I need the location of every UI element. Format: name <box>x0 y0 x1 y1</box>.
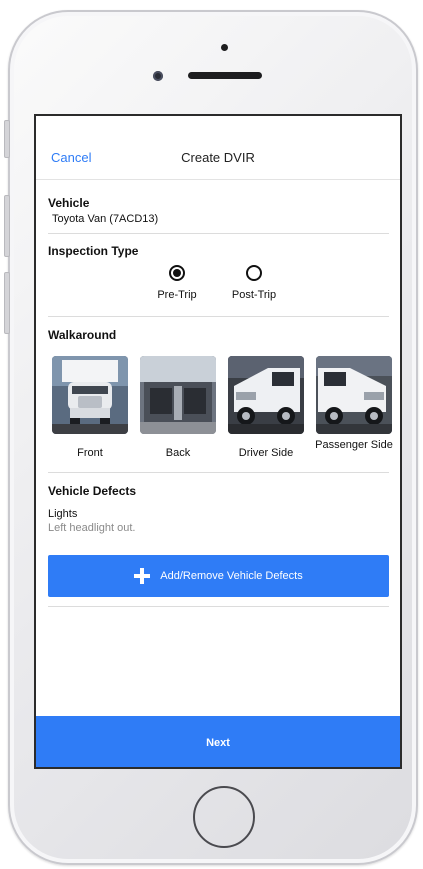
add-remove-defects-button[interactable]: Add/Remove Vehicle Defects <box>48 555 389 597</box>
side-button-mute <box>4 120 10 158</box>
radio-unchecked-icon <box>246 265 262 281</box>
photo-label-back: Back <box>165 447 191 459</box>
divider <box>48 606 389 607</box>
photo-passenger-side[interactable] <box>316 356 392 434</box>
nav-bar: Cancel Create DVIR <box>36 116 400 180</box>
inspection-type-label: Inspection Type <box>48 244 139 258</box>
radio-post-trip[interactable]: Post-Trip <box>219 265 289 301</box>
add-remove-defects-label: Add/Remove Vehicle Defects <box>160 570 303 582</box>
proximity-sensor <box>221 44 228 51</box>
photo-front[interactable] <box>52 356 128 434</box>
photo-driver-side[interactable] <box>228 356 304 434</box>
radio-post-trip-label: Post-Trip <box>231 289 277 301</box>
home-button[interactable] <box>193 786 255 848</box>
defect-note: Left headlight out. <box>48 522 136 534</box>
photo-label-passenger-side: Passenger Side <box>315 439 393 451</box>
divider <box>48 233 389 234</box>
divider <box>48 316 389 317</box>
page-title: Create DVIR <box>181 150 255 165</box>
photo-back[interactable] <box>140 356 216 434</box>
divider <box>48 472 389 473</box>
next-button[interactable]: Next <box>36 716 400 767</box>
next-label: Next <box>206 736 230 749</box>
side-button-volume-up <box>4 195 10 257</box>
walkaround-label: Walkaround <box>48 328 117 342</box>
radio-pre-trip[interactable]: Pre-Trip <box>142 265 212 301</box>
vehicle-defects-label: Vehicle Defects <box>48 484 137 498</box>
radio-pre-trip-label: Pre-Trip <box>157 289 197 301</box>
vehicle-label: Vehicle <box>48 196 90 210</box>
defect-name: Lights <box>48 508 78 520</box>
radio-checked-icon <box>169 265 185 281</box>
earpiece-speaker <box>188 72 262 79</box>
plus-icon <box>134 568 151 584</box>
front-camera <box>153 71 163 81</box>
photo-label-front: Front <box>77 447 103 459</box>
side-button-volume-down <box>4 272 10 334</box>
app-screen: Cancel Create DVIR Vehicle Toyota Van (7… <box>34 114 402 769</box>
vehicle-value[interactable]: Toyota Van (7ACD13) <box>52 213 158 225</box>
photo-label-driver-side: Driver Side <box>238 447 294 459</box>
